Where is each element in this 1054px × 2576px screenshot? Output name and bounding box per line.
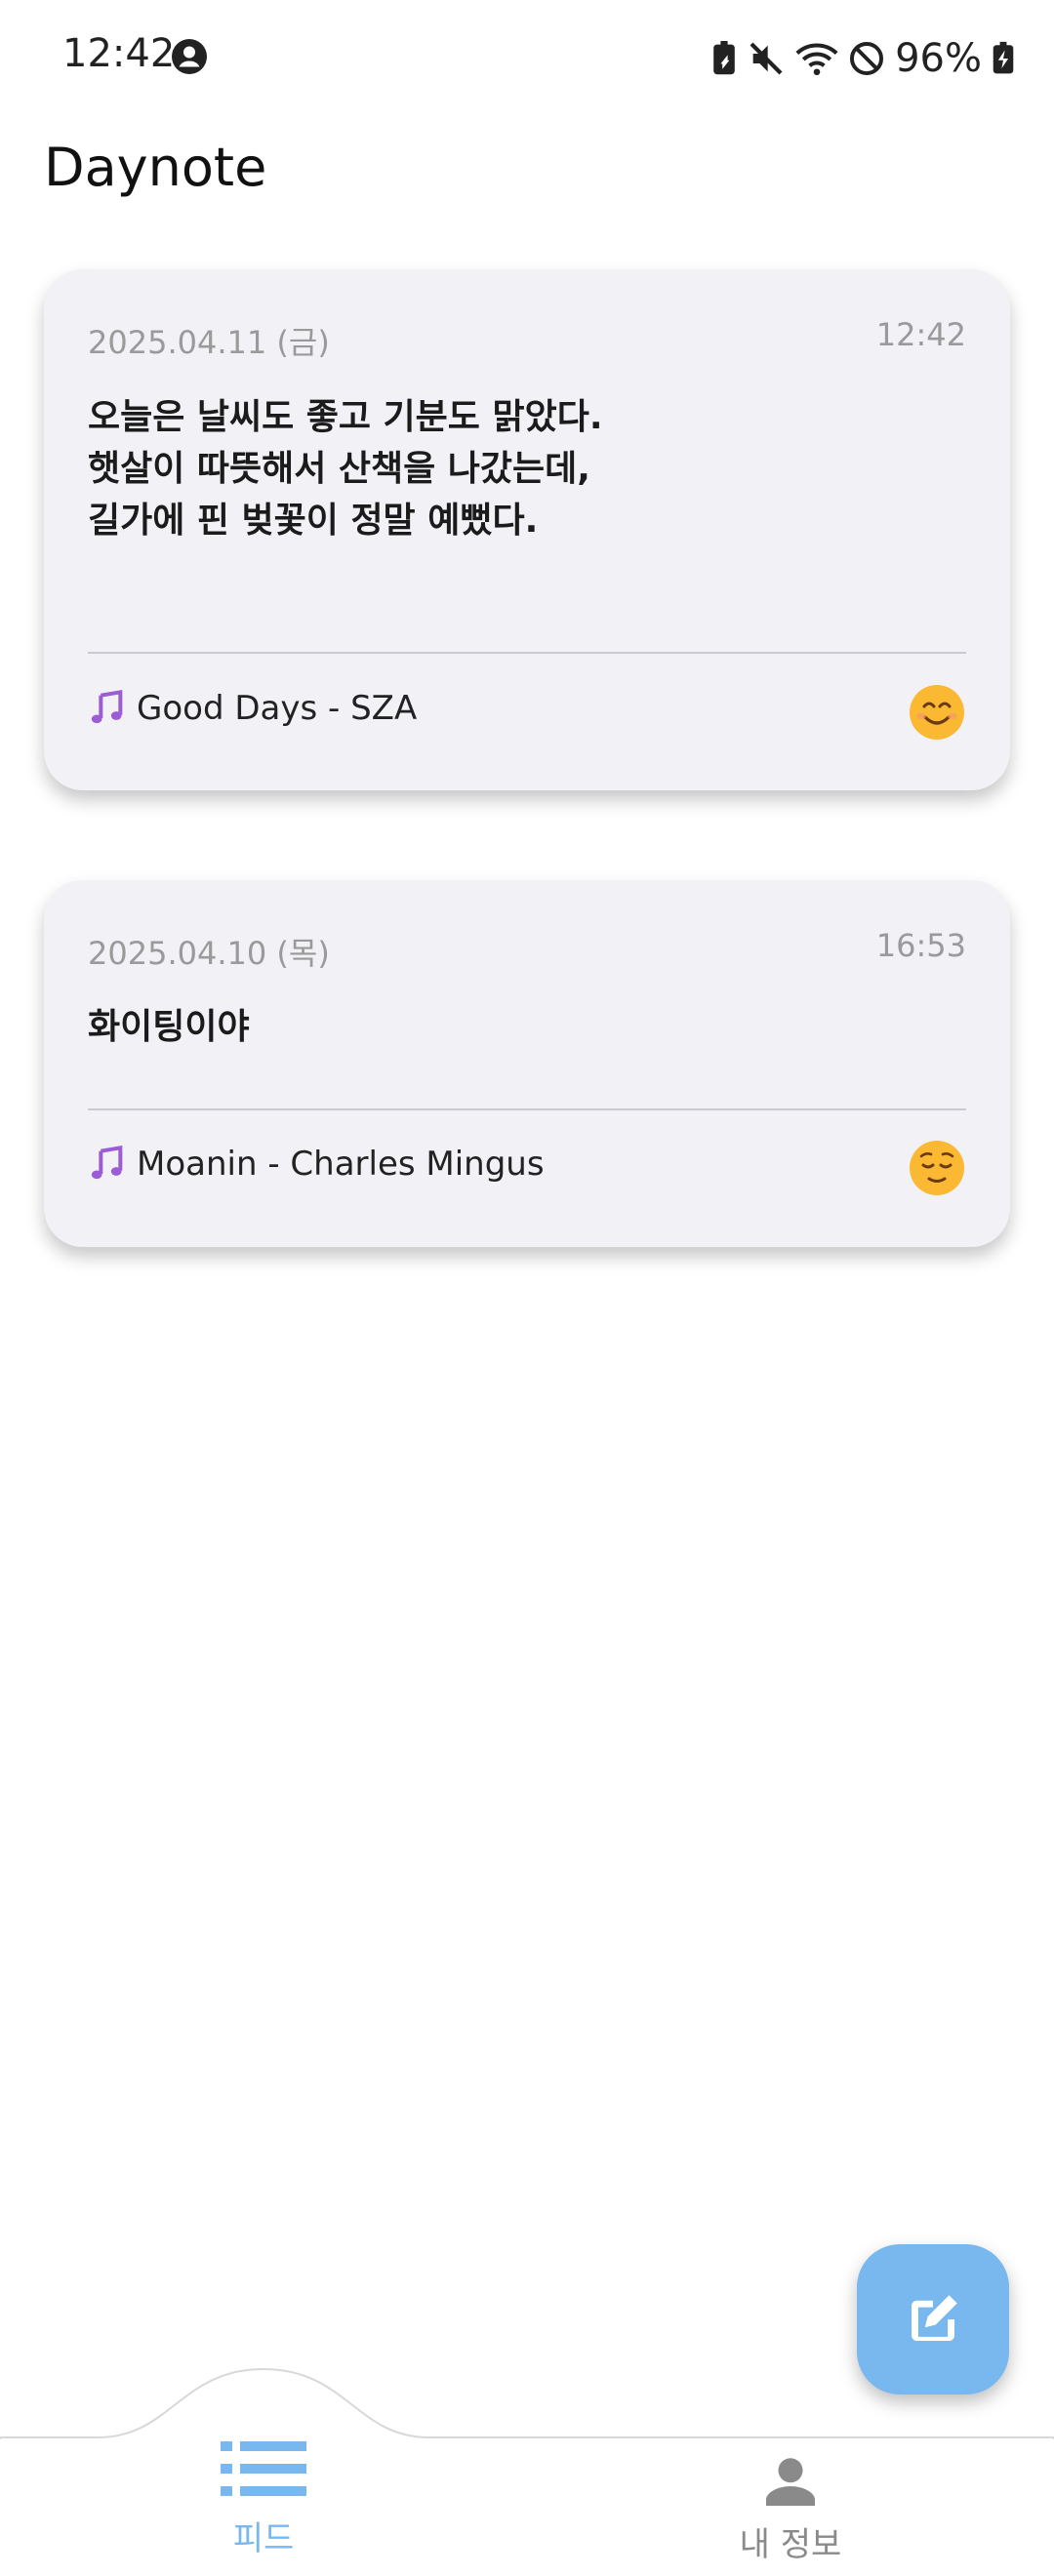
status-icons: 96% bbox=[711, 29, 1015, 88]
entry-text: 오늘은 날씨도 좋고 기분도 맑았다. 햇살이 따뜻해서 산책을 나갔는데, 길… bbox=[88, 397, 603, 541]
entry-text: 화이팅이야 bbox=[88, 1007, 250, 1047]
card-divider bbox=[88, 652, 966, 654]
account-circle-icon bbox=[172, 39, 207, 74]
nav-profile-label: 내 정보 bbox=[739, 2525, 842, 2564]
entry-date: 2025.04.11 (금) bbox=[88, 324, 330, 361]
entry-time: 12:42 bbox=[875, 316, 966, 353]
song-title: Good Days - SZA bbox=[137, 689, 418, 728]
person-icon bbox=[766, 2458, 815, 2506]
edit-icon bbox=[912, 2295, 957, 2341]
list-icon bbox=[221, 2441, 306, 2496]
nav-feed-label: 피드 bbox=[232, 2519, 295, 2558]
song-title: Moanin - Charles Mingus bbox=[137, 1145, 545, 1184]
page-title: Daynote bbox=[44, 137, 267, 198]
diary-entry-card[interactable]: 2025.04.11 (금) 12:42 오늘은 날씨도 좋고 기분도 맑았다.… bbox=[44, 269, 1010, 790]
entry-song[interactable]: Good Days - SZA bbox=[88, 689, 417, 728]
music-note-icon bbox=[91, 689, 123, 724]
entry-song[interactable]: Moanin - Charles Mingus bbox=[88, 1145, 545, 1184]
nav-profile[interactable]: 내 정보 bbox=[722, 2457, 859, 2565]
diary-entry-card[interactable]: 2025.04.10 (목) 16:53 화이팅이야 Moanin - Char… bbox=[44, 880, 1010, 1247]
nav-feed[interactable]: 피드 bbox=[205, 2437, 322, 2559]
card-divider bbox=[88, 1108, 966, 1110]
battery-charging-icon bbox=[993, 41, 1014, 74]
bottom-navigation: 피드 내 정보 bbox=[0, 2361, 1054, 2576]
smiling-face-icon bbox=[910, 685, 964, 740]
music-note-icon bbox=[91, 1145, 123, 1180]
nav-background bbox=[0, 2367, 1054, 2576]
do-not-disturb-icon bbox=[850, 41, 884, 76]
entry-time: 16:53 bbox=[875, 927, 966, 964]
battery-percent: 96% bbox=[895, 36, 982, 81]
entry-date: 2025.04.10 (목) bbox=[88, 935, 330, 972]
relieved-face-icon bbox=[910, 1141, 964, 1195]
mute-icon bbox=[750, 42, 783, 75]
status-time: 12:42 bbox=[62, 31, 176, 76]
wifi-icon bbox=[795, 43, 838, 76]
battery-saver-icon bbox=[713, 41, 735, 75]
status-bar: 12:42 96% bbox=[0, 0, 1054, 107]
